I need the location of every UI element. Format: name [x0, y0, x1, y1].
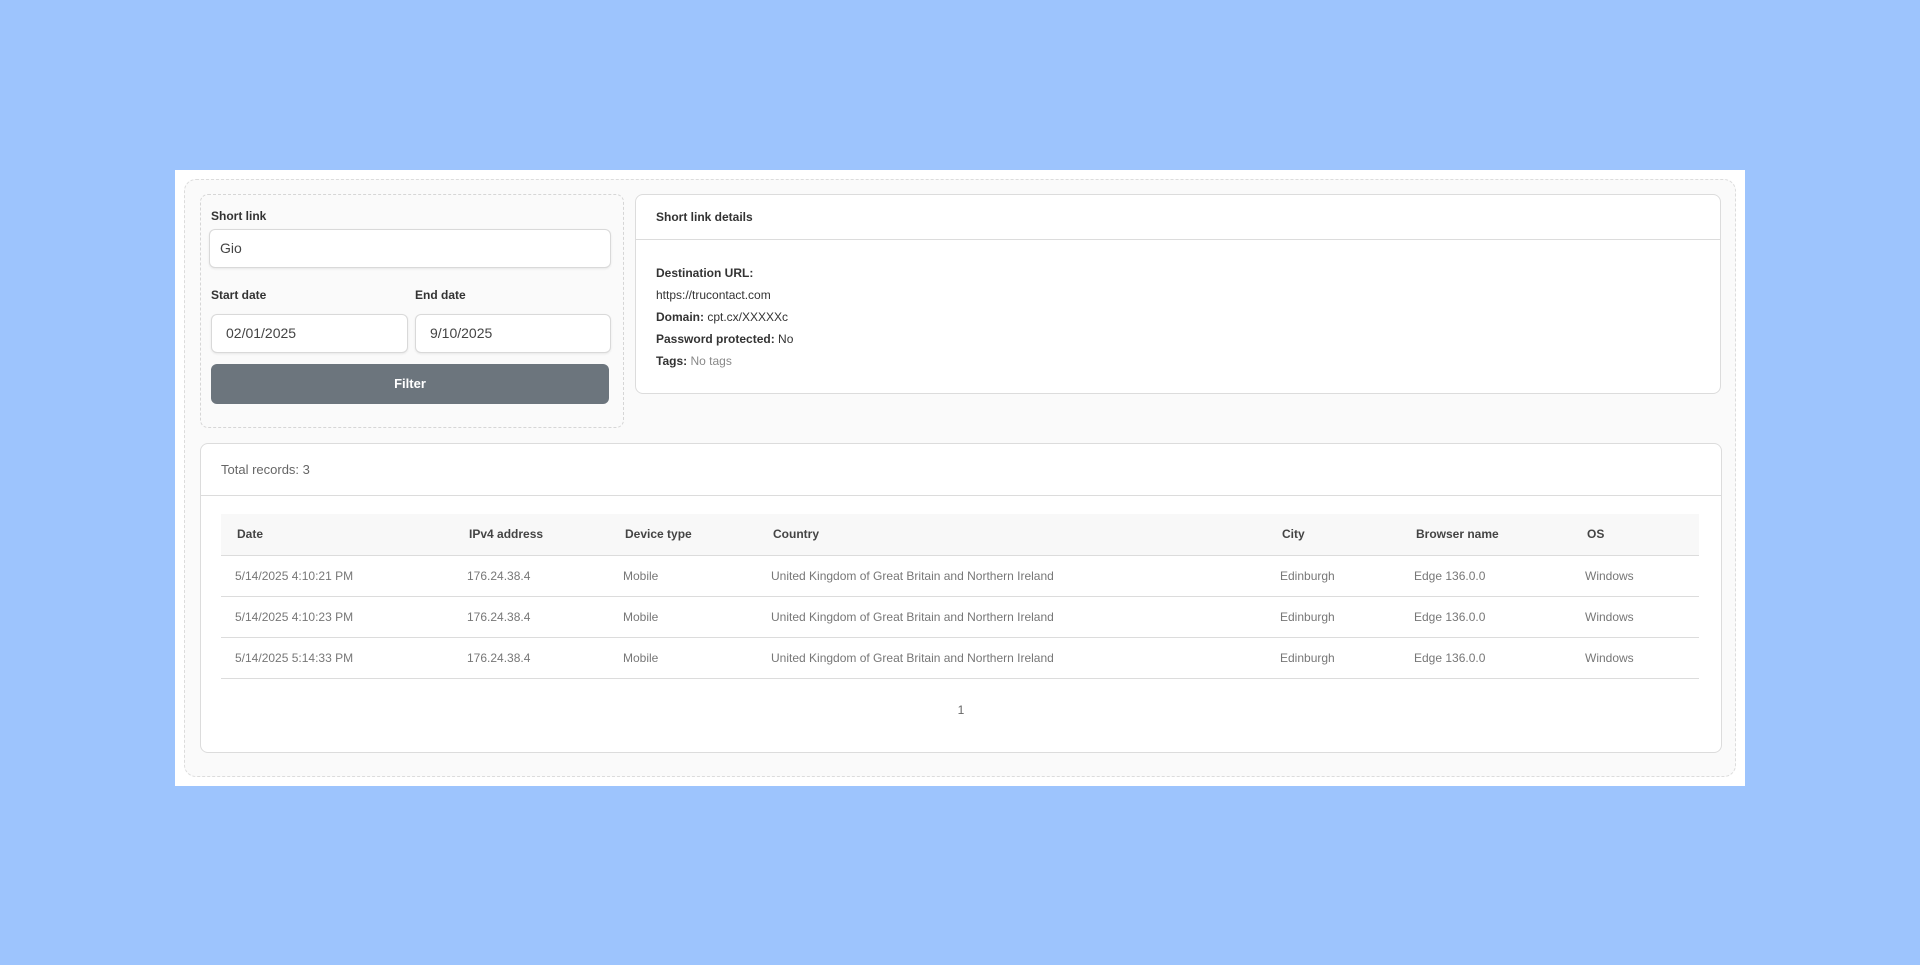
cell-browser: Edge 136.0.0 — [1400, 555, 1571, 597]
cell-ipv4: 176.24.38.4 — [453, 555, 609, 597]
table-row: 5/14/2025 4:10:23 PM 176.24.38.4 Mobile … — [221, 596, 1699, 638]
cell-date: 5/14/2025 4:10:21 PM — [221, 555, 453, 597]
cell-date: 5/14/2025 4:10:23 PM — [221, 596, 453, 638]
column-header-city[interactable]: City — [1266, 514, 1400, 556]
cell-city: Edinburgh — [1266, 555, 1400, 597]
password-row: Password protected: No — [656, 328, 1700, 350]
column-header-date[interactable]: Date — [221, 514, 453, 556]
column-header-os[interactable]: OS — [1571, 514, 1699, 556]
column-header-browser[interactable]: Browser name — [1400, 514, 1571, 556]
end-date-input[interactable]: 9/10/2025 — [415, 314, 611, 353]
pagination-page-1[interactable]: 1 — [201, 703, 1721, 717]
details-body: Destination URL: https://trucontact.com … — [636, 240, 1720, 372]
tags-row: Tags: No tags — [656, 350, 1700, 372]
cell-device-type: Mobile — [609, 637, 757, 679]
column-header-country[interactable]: Country — [757, 514, 1266, 556]
cell-os: Windows — [1571, 596, 1699, 638]
cell-device-type: Mobile — [609, 596, 757, 638]
cell-country: United Kingdom of Great Britain and Nort… — [757, 596, 1266, 638]
column-header-device-type[interactable]: Device type — [609, 514, 757, 556]
cell-country: United Kingdom of Great Britain and Nort… — [757, 637, 1266, 679]
cell-os: Windows — [1571, 637, 1699, 679]
table-row: 5/14/2025 4:10:21 PM 176.24.38.4 Mobile … — [221, 555, 1699, 597]
column-header-ipv4[interactable]: IPv4 address — [453, 514, 609, 556]
domain-row: Domain: cpt.cx/XXXXXc — [656, 306, 1700, 328]
short-link-label: Short link — [211, 209, 267, 223]
short-link-details-card: Short link details Destination URL: http… — [635, 194, 1721, 394]
destination-url-value: https://trucontact.com — [656, 288, 771, 302]
tags-label: Tags: — [656, 354, 688, 368]
analytics-panel: Short link Gio Start date 02/01/2025 End… — [184, 179, 1736, 777]
cell-ipv4: 176.24.38.4 — [453, 596, 609, 638]
start-date-input[interactable]: 02/01/2025 — [211, 314, 408, 353]
filter-button[interactable]: Filter — [211, 364, 609, 404]
cell-os: Windows — [1571, 555, 1699, 597]
filter-form: Short link Gio Start date 02/01/2025 End… — [200, 194, 624, 428]
cell-city: Edinburgh — [1266, 596, 1400, 638]
cell-ipv4: 176.24.38.4 — [453, 637, 609, 679]
cell-browser: Edge 136.0.0 — [1400, 637, 1571, 679]
password-value: No — [778, 332, 794, 346]
short-link-input[interactable]: Gio — [209, 229, 611, 268]
cell-date: 5/14/2025 5:14:33 PM — [221, 637, 453, 679]
cell-city: Edinburgh — [1266, 637, 1400, 679]
destination-url-label: Destination URL: — [656, 266, 754, 280]
records-table: Date IPv4 address Device type Country Ci… — [221, 514, 1699, 679]
records-card: Total records: 3 Date IPv4 address Devic… — [200, 443, 1722, 753]
table-header-row: Date IPv4 address Device type Country Ci… — [221, 514, 1699, 556]
cell-browser: Edge 136.0.0 — [1400, 596, 1571, 638]
app-container: Short link Gio Start date 02/01/2025 End… — [175, 170, 1745, 786]
domain-label: Domain: — [656, 310, 704, 324]
tags-value: No tags — [690, 354, 732, 368]
end-date-label: End date — [415, 288, 466, 302]
start-date-label: Start date — [211, 288, 267, 302]
total-records: Total records: 3 — [201, 444, 1721, 496]
table-row: 5/14/2025 5:14:33 PM 176.24.38.4 Mobile … — [221, 637, 1699, 679]
cell-country: United Kingdom of Great Britain and Nort… — [757, 555, 1266, 597]
destination-url-row: Destination URL: — [656, 262, 1700, 284]
domain-value: cpt.cx/XXXXXc — [707, 310, 789, 324]
cell-device-type: Mobile — [609, 555, 757, 597]
password-label: Password protected: — [656, 332, 775, 346]
details-title: Short link details — [636, 195, 1720, 240]
